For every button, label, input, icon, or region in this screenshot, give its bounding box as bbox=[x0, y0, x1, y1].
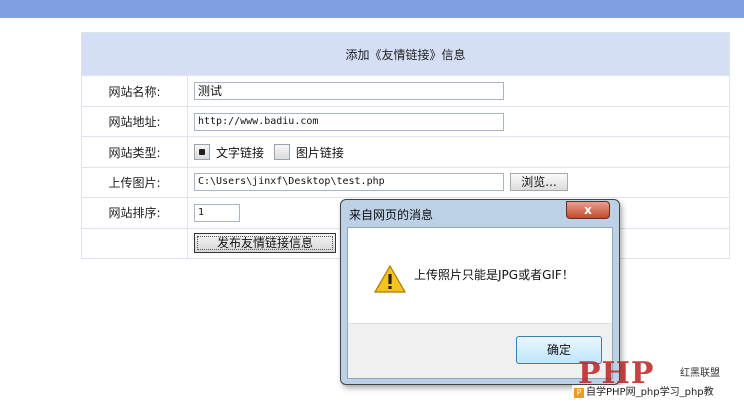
text-link-label: 文字链接 bbox=[216, 145, 265, 160]
top-banner bbox=[0, 0, 744, 18]
row-site-name: 网站名称: 测试 bbox=[81, 75, 730, 107]
watermark-bar: P 自学PHP网_php学习_php教 bbox=[572, 385, 744, 401]
watermark-side-text: 红黑联盟 bbox=[680, 368, 720, 379]
upload-label: 上传图片: bbox=[81, 166, 188, 199]
row-upload: 上传图片: C:\Users\jinxf\Desktop\test.php 浏览.… bbox=[81, 166, 730, 199]
watermark: PHP 红黑联盟 P 自学PHP网_php学习_php教 bbox=[572, 356, 744, 406]
dialog-message: 上传照片只能是JPG或者GIF！ bbox=[414, 268, 574, 282]
form-title: 添加《友情链接》信息 bbox=[81, 31, 730, 77]
site-url-input[interactable]: http://www.badiu.com bbox=[194, 112, 504, 131]
upload-path-input[interactable]: C:\Users\jinxf\Desktop\test.php bbox=[194, 173, 504, 192]
site-name-label: 网站名称: bbox=[81, 75, 188, 107]
watermark-bar-text: 自学PHP网_php学习_php教 bbox=[586, 387, 714, 398]
order-input[interactable]: 1 bbox=[194, 203, 240, 222]
submit-button[interactable]: 发布友情链接信息 bbox=[194, 233, 336, 254]
row-site-url: 网站地址: http://www.badiu.com bbox=[81, 105, 730, 138]
row-site-type: 网站类型: 文字链接 图片链接 bbox=[81, 136, 730, 168]
close-button[interactable]: x bbox=[566, 201, 610, 219]
site-name-input[interactable]: 测试 bbox=[194, 82, 504, 101]
browse-button[interactable]: 浏览... bbox=[510, 173, 568, 192]
warning-icon bbox=[374, 265, 406, 293]
text-link-radio[interactable] bbox=[194, 144, 210, 160]
watermark-badge-icon: P bbox=[574, 388, 584, 398]
image-link-label: 图片链接 bbox=[295, 145, 344, 160]
dialog-title: 来自网页的消息 bbox=[349, 208, 434, 222]
order-label: 网站排序: bbox=[81, 197, 188, 229]
site-type-label: 网站类型: bbox=[81, 136, 188, 168]
site-url-label: 网站地址: bbox=[81, 105, 188, 138]
image-link-radio[interactable] bbox=[273, 144, 290, 160]
